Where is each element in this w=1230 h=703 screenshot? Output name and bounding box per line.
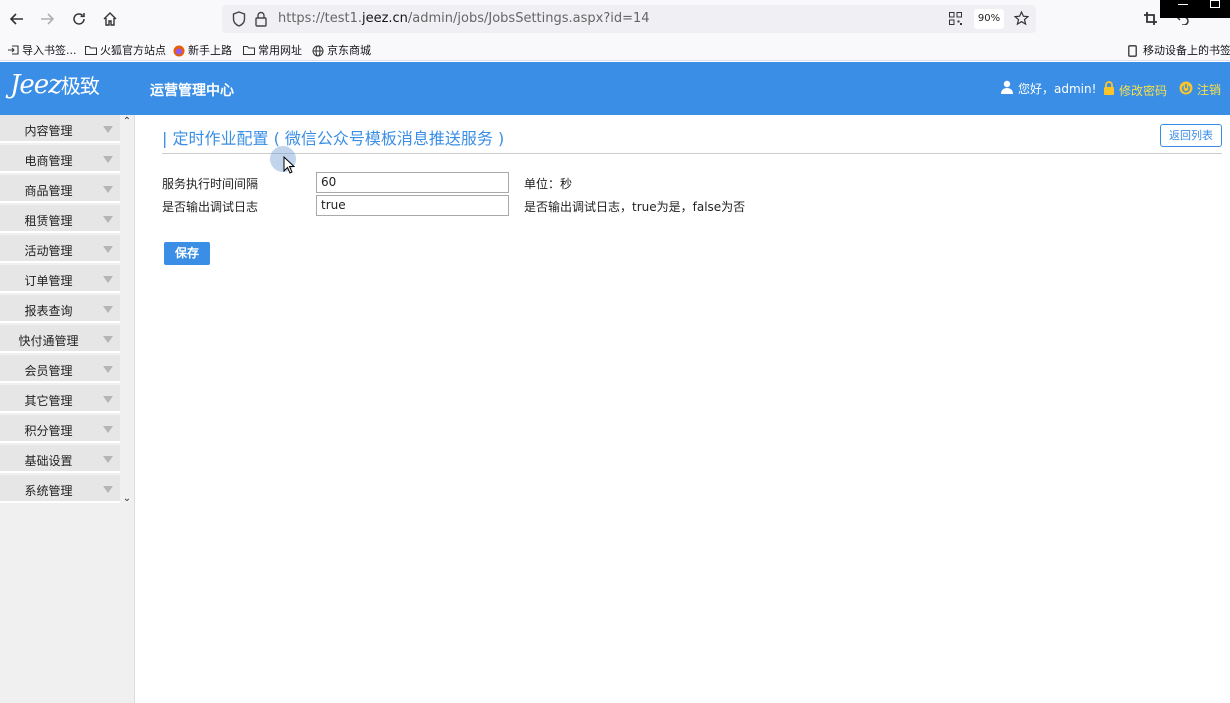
interval-note: 单位：秒 [524,177,573,191]
bookmark-getting-started[interactable]: 新手上路 [173,42,232,58]
sidebar-item-system[interactable]: 系统管理 [0,475,120,503]
sidebar-item-points[interactable]: 积分管理 [0,415,120,443]
dropdown-arrow-icon [103,186,113,193]
dropdown-arrow-icon [103,306,113,313]
sidebar-item-quickpay[interactable]: 快付通管理 [0,325,120,353]
minimize-icon[interactable] [1178,4,1188,5]
dropdown-arrow-icon [103,246,113,253]
bookmark-mobile[interactable]: 移动设备上的书签 [1128,42,1230,58]
title-divider [162,153,1222,154]
page-title: | 定时作业配置 ( 微信公众号模板消息推送服务 ) [162,129,505,148]
zoom-level-badge[interactable]: 90% [974,9,1004,29]
debug-log-input[interactable]: true [316,195,509,216]
dropdown-arrow-icon [103,486,113,493]
restore-icon[interactable] [1210,0,1220,8]
dropdown-arrow-icon [103,396,113,403]
save-button[interactable]: 保存 [164,242,210,265]
debug-log-label: 是否输出调试日志 [162,200,259,214]
sidebar-item-content[interactable]: 内容管理 [0,115,120,143]
browser-toolbar: https://test1.jeez.cn/admin/jobs/JobsSet… [0,0,1230,38]
import-icon [7,45,19,55]
user-icon [1000,80,1014,97]
sidebar: 内容管理 电商管理 商品管理 租赁管理 活动管理 订单管理 报表查询 快付通管理… [0,115,135,703]
crop-icon[interactable] [1144,12,1157,28]
dropdown-arrow-icon [103,426,113,433]
sidebar-scrollbar[interactable]: ⌃ ⌄ [120,115,134,507]
globe-icon [312,45,324,57]
lock-icon [1103,81,1115,99]
folder-icon [85,45,97,55]
change-password-link[interactable]: 修改密码 [1103,81,1167,99]
sidebar-item-reports[interactable]: 报表查询 [0,295,120,323]
bookmarks-toolbar: 导入书签... 火狐官方站点 新手上路 常用网址 京东商城 移动设备上的书签 [0,38,1230,61]
sidebar-item-members[interactable]: 会员管理 [0,355,120,383]
back-to-list-button[interactable]: 返回列表 [1160,124,1222,147]
bookmark-import[interactable]: 导入书签... [7,42,77,58]
home-icon[interactable] [94,3,126,35]
dropdown-arrow-icon [103,366,113,373]
qr-code-icon[interactable] [949,12,962,28]
folder-icon [243,45,255,55]
app-header: Jeez极致 运营管理中心 您好，admin! 修改密码 注销 [0,62,1230,115]
dropdown-arrow-icon [103,156,113,163]
logout-link[interactable]: 注销 [1179,81,1221,98]
dropdown-arrow-icon [103,216,113,223]
sidebar-item-ecommerce[interactable]: 电商管理 [0,145,120,173]
url-text[interactable]: https://test1.jeez.cn/admin/jobs/JobsSet… [278,11,650,26]
bookmark-firefox-site[interactable]: 火狐官方站点 [85,42,166,58]
sidebar-item-activities[interactable]: 活动管理 [0,235,120,263]
forward-arrow-icon[interactable] [31,3,63,35]
main-content: | 定时作业配置 ( 微信公众号模板消息推送服务 ) 返回列表 服务执行时间间隔… [135,115,1230,703]
sidebar-item-orders[interactable]: 订单管理 [0,265,120,293]
address-bar[interactable]: https://test1.jeez.cn/admin/jobs/JobsSet… [222,5,1036,33]
sidebar-item-leasing[interactable]: 租赁管理 [0,205,120,233]
back-arrow-icon[interactable] [1,3,33,35]
shield-icon[interactable] [232,11,246,30]
interval-input[interactable]: 60 [316,172,509,193]
reload-icon[interactable] [63,3,95,35]
bookmark-star-icon[interactable] [1013,10,1030,29]
power-icon [1179,81,1193,98]
scroll-up-icon[interactable]: ⌃ [122,116,132,127]
dropdown-arrow-icon [103,456,113,463]
sidebar-item-other[interactable]: 其它管理 [0,385,120,413]
logo: Jeez极致 [10,70,100,100]
system-title: 运营管理中心 [150,83,234,99]
window-controls[interactable] [1160,0,1230,18]
interval-label: 服务执行时间间隔 [162,177,259,191]
firefox-icon [173,45,185,57]
lock-icon[interactable] [254,11,268,30]
scroll-down-icon[interactable]: ⌄ [122,493,132,504]
dropdown-arrow-icon [103,276,113,283]
debug-log-note: 是否输出调试日志，true为是，false为否 [524,200,746,214]
bookmark-jd-mall[interactable]: 京东商城 [312,42,371,58]
mobile-device-icon [1128,45,1140,57]
user-greeting: 您好，admin! [1000,80,1096,97]
mouse-pointer-icon [283,155,296,177]
bookmark-common-sites[interactable]: 常用网址 [243,42,302,58]
sidebar-item-products[interactable]: 商品管理 [0,175,120,203]
dropdown-arrow-icon [103,336,113,343]
sidebar-item-basic-settings[interactable]: 基础设置 [0,445,120,473]
dropdown-arrow-icon [103,126,113,133]
